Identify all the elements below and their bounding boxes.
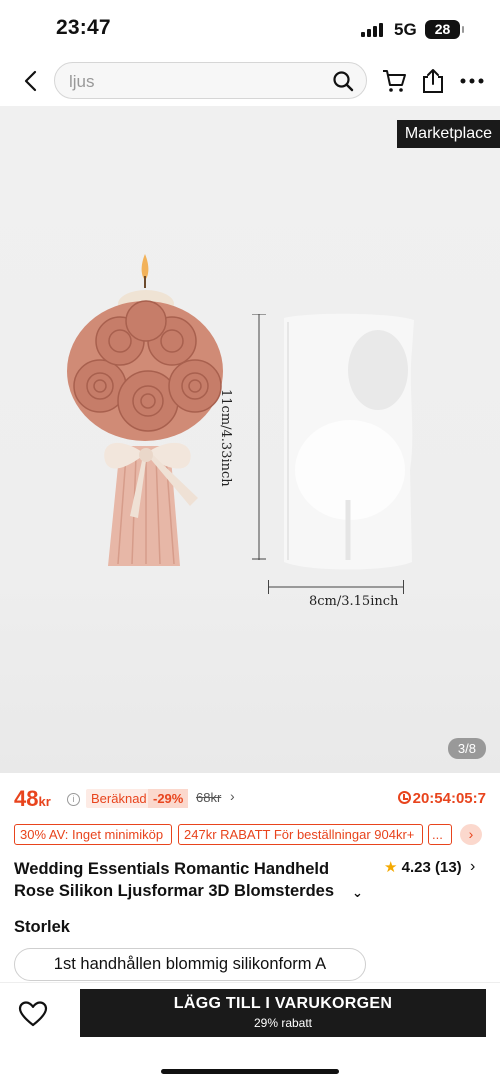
status-bar: 23:47 5G 28: [0, 0, 500, 56]
marketplace-badge: Marketplace: [396, 120, 500, 148]
width-dimension-label: 8cm/3.15inch: [309, 594, 399, 609]
share-icon: [423, 69, 443, 93]
size-label: Storlek: [14, 918, 70, 936]
rose-candle-image: [67, 254, 223, 566]
expand-chevron-icon[interactable]: ⌄: [352, 882, 363, 904]
cart-button[interactable]: [380, 67, 408, 95]
product-rating[interactable]: ★ 4.23 (13): [384, 858, 462, 876]
rating-value: 4.23: [401, 859, 431, 876]
favorite-button[interactable]: [18, 1000, 48, 1028]
add-to-cart-button[interactable]: LÄGG TILL I VARUKORGEN 29% rabatt: [80, 989, 486, 1037]
network-label: 5G: [394, 20, 417, 39]
home-indicator: [161, 1069, 339, 1074]
estimated-tag: Beräknad: [86, 789, 152, 808]
chevron-right-icon[interactable]: ›: [230, 788, 235, 804]
heart-icon: [18, 1001, 48, 1027]
product-title[interactable]: Wedding Essentials Romantic Handheld Ros…: [14, 858, 364, 902]
back-button[interactable]: [16, 66, 46, 96]
coupon-more-icon[interactable]: ›: [460, 824, 482, 845]
clock-icon: [397, 791, 411, 804]
height-dimension-line: [252, 314, 266, 560]
coupon-tag[interactable]: ...: [428, 824, 452, 845]
chevron-left-icon: [24, 70, 37, 92]
price-row: 48kr i Beräknad -29% 68kr › 20:54:05:7: [0, 784, 500, 814]
bottom-action-bar: LÄGG TILL I VARUKORGEN 29% rabatt: [0, 982, 500, 1082]
add-to-cart-label: LÄGG TILL I VARUKORGEN: [173, 995, 393, 1012]
coupon-tag[interactable]: 30% AV: Inget minimiköp: [14, 824, 172, 845]
coupon-tag[interactable]: 247kr RABATT För beställningar 904kr+: [178, 824, 423, 845]
add-to-cart-discount: 29% rabatt: [253, 1016, 313, 1030]
status-time: 23:47: [56, 16, 111, 39]
discount-badge: -29%: [148, 789, 189, 808]
current-price: 48kr: [14, 786, 51, 811]
rating-chevron-icon[interactable]: ›: [470, 858, 475, 876]
more-dots-icon: [460, 78, 484, 84]
top-nav: ljus: [0, 56, 500, 106]
product-title-line: Wedding Essentials Romantic Handheld: [14, 860, 330, 878]
battery-icon: 28: [425, 20, 464, 39]
countdown-timer: 20:54:05:7: [397, 790, 486, 807]
review-count: (13): [435, 859, 462, 876]
original-price[interactable]: 68kr: [196, 790, 221, 805]
product-image-gallery[interactable]: Marketplace 11cm/4.33inch 8cm/3.15inch 3…: [0, 106, 500, 773]
silicone-mold-image: [284, 313, 414, 570]
image-counter: 3/8: [447, 738, 486, 759]
cart-icon: [383, 70, 406, 92]
product-title-line: Rose Silikon Ljusformar 3D Blomsterdes: [14, 882, 335, 900]
signal-icon: [361, 23, 385, 37]
share-button[interactable]: [420, 67, 446, 95]
info-icon[interactable]: i: [67, 793, 80, 806]
width-dimension-line: [268, 580, 404, 594]
size-option-button[interactable]: 1st handhållen blommig silikonform A: [14, 948, 366, 981]
more-button[interactable]: [458, 67, 486, 95]
star-icon: ★: [384, 859, 398, 876]
search-icon[interactable]: [332, 70, 354, 92]
search-input[interactable]: ljus: [54, 62, 367, 99]
search-placeholder: ljus: [69, 72, 95, 91]
height-dimension-label: 11cm/4.33inch: [218, 389, 233, 487]
coupon-row: 30% AV: Inget minimiköp 247kr RABATT För…: [14, 824, 500, 846]
